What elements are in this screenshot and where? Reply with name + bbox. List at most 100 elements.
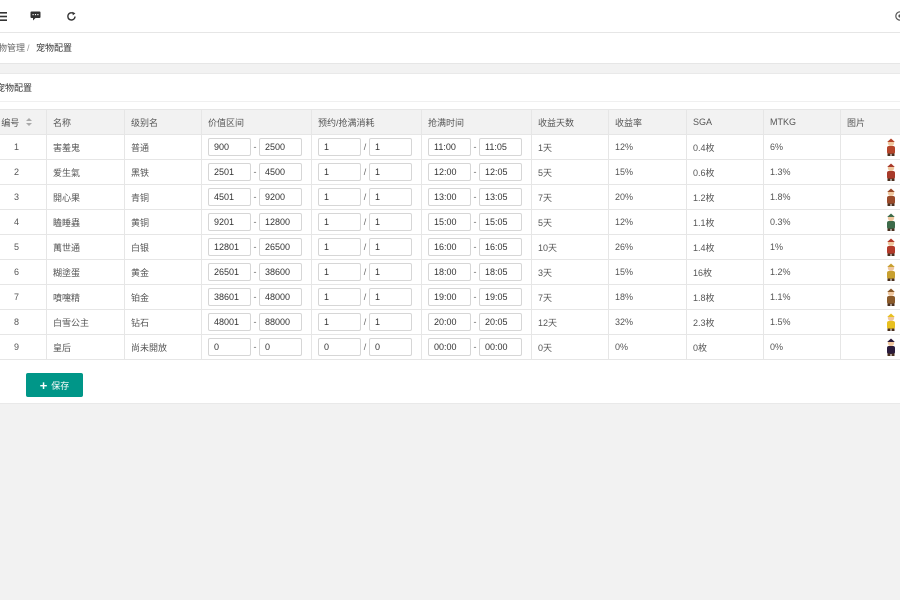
- breadcrumb: 物管理 / 宠物配置: [0, 33, 900, 64]
- pet-image: [884, 288, 898, 306]
- cell-id: 8: [0, 309, 47, 335]
- time-start-input[interactable]: 18:00: [428, 263, 471, 281]
- cost-grab-input[interactable]: 1: [369, 188, 412, 206]
- price-min-input[interactable]: 4501: [208, 188, 251, 206]
- price-min-input[interactable]: 12801: [208, 238, 251, 256]
- cell-time: 19:00-19:05: [421, 284, 532, 310]
- price-max-input[interactable]: 48000: [259, 288, 302, 306]
- cell-rate: 26%: [608, 234, 687, 260]
- time-start-input[interactable]: 12:00: [428, 163, 471, 181]
- pet-image: [884, 213, 898, 231]
- column-header-id[interactable]: 编号: [0, 109, 47, 135]
- price-min-input[interactable]: 48001: [208, 313, 251, 331]
- time-end-input[interactable]: 00:00: [479, 338, 522, 356]
- table-row: 3 開心果 青铜 4501-9200 1/1 13:00-13:05 7天 20% 1.2枚 1.…: [0, 184, 900, 210]
- price-min-input[interactable]: 0: [208, 338, 251, 356]
- price-min-input[interactable]: 26501: [208, 263, 251, 281]
- time-start-input[interactable]: 16:00: [428, 238, 471, 256]
- cell-cost: 1/1: [311, 259, 422, 285]
- cost-reserve-input[interactable]: 1: [318, 238, 361, 256]
- price-max-input[interactable]: 88000: [259, 313, 302, 331]
- price-min-input[interactable]: 38601: [208, 288, 251, 306]
- cost-grab-input[interactable]: 1: [369, 288, 412, 306]
- cell-id: 5: [0, 234, 47, 260]
- price-min-input[interactable]: 9201: [208, 213, 251, 231]
- time-start-input[interactable]: 11:00: [428, 138, 471, 156]
- cell-sga: 1.2枚: [686, 184, 764, 210]
- cost-grab-input[interactable]: 1: [369, 163, 412, 181]
- cost-reserve-input[interactable]: 1: [318, 163, 361, 181]
- cell-id: 4: [0, 209, 47, 235]
- cell-sga: 0枚: [686, 334, 764, 360]
- cell-days: 7天: [531, 184, 609, 210]
- cell-cost: 1/1: [311, 309, 422, 335]
- time-end-input[interactable]: 15:05: [479, 213, 522, 231]
- cell-rate: 15%: [608, 259, 687, 285]
- time-end-input[interactable]: 12:05: [479, 163, 522, 181]
- cell-time: 16:00-16:05: [421, 234, 532, 260]
- cost-reserve-input[interactable]: 1: [318, 313, 361, 331]
- cell-id: 7: [0, 284, 47, 310]
- cost-grab-input[interactable]: 1: [369, 138, 412, 156]
- table-row: 9 皇后 尚未開放 0-0 0/0 00:00-00:00 0天 0% 0枚 0%: [0, 334, 900, 360]
- column-header-rate: 收益率: [608, 109, 687, 135]
- cost-separator: /: [363, 292, 367, 302]
- time-start-input[interactable]: 13:00: [428, 188, 471, 206]
- price-max-input[interactable]: 12800: [259, 213, 302, 231]
- time-start-input[interactable]: 15:00: [428, 213, 471, 231]
- time-end-input[interactable]: 13:05: [479, 188, 522, 206]
- cell-days: 5天: [531, 209, 609, 235]
- cell-days: 5天: [531, 159, 609, 185]
- cost-grab-input[interactable]: 1: [369, 238, 412, 256]
- pet-image: [884, 238, 898, 256]
- message-icon[interactable]: [29, 10, 41, 22]
- price-max-input[interactable]: 2500: [259, 138, 302, 156]
- time-start-input[interactable]: 20:00: [428, 313, 471, 331]
- pet-image: [884, 163, 898, 181]
- cost-grab-input[interactable]: 1: [369, 313, 412, 331]
- cost-reserve-input[interactable]: 1: [318, 288, 361, 306]
- cost-grab-input[interactable]: 0: [369, 338, 412, 356]
- range-separator: -: [253, 342, 257, 352]
- cost-reserve-input[interactable]: 1: [318, 213, 361, 231]
- cost-reserve-input[interactable]: 1: [318, 188, 361, 206]
- cost-reserve-input[interactable]: 0: [318, 338, 361, 356]
- cell-level: 黑铁: [124, 159, 202, 185]
- price-max-input[interactable]: 0: [259, 338, 302, 356]
- cell-price: 26501-38600: [201, 259, 312, 285]
- price-max-input[interactable]: 9200: [259, 188, 302, 206]
- time-end-input[interactable]: 19:05: [479, 288, 522, 306]
- cost-reserve-input[interactable]: 1: [318, 138, 361, 156]
- save-button[interactable]: + 保存: [26, 373, 83, 397]
- cost-reserve-input[interactable]: 1: [318, 263, 361, 281]
- price-max-input[interactable]: 4500: [259, 163, 302, 181]
- table-row: 1 害羞鬼 普通 900-2500 1/1 11:00-11:05 1天 12% 0.4枚 6%: [0, 134, 900, 160]
- cost-grab-input[interactable]: 1: [369, 213, 412, 231]
- table-row: 2 爱生氣 黑铁 2501-4500 1/1 12:00-12:05 5天 15% 0.6枚 1.…: [0, 159, 900, 185]
- price-min-input[interactable]: 900: [208, 138, 251, 156]
- menu-icon[interactable]: [0, 10, 8, 22]
- breadcrumb-parent[interactable]: 物管理: [0, 33, 25, 64]
- table-row: 8 白雪公主 钻石 48001-88000 1/1 20:00-20:05 12天 32% 2.…: [0, 309, 900, 335]
- cell-rate: 12%: [608, 209, 687, 235]
- time-start-input[interactable]: 00:00: [428, 338, 471, 356]
- range-separator: -: [473, 242, 477, 252]
- time-end-input[interactable]: 20:05: [479, 313, 522, 331]
- time-end-input[interactable]: 11:05: [479, 138, 522, 156]
- range-separator: -: [473, 292, 477, 302]
- price-max-input[interactable]: 26500: [259, 238, 302, 256]
- sort-icon[interactable]: [25, 118, 32, 128]
- cell-level: 普通: [124, 134, 202, 160]
- time-start-input[interactable]: 19:00: [428, 288, 471, 306]
- refresh-icon[interactable]: [65, 10, 77, 22]
- price-min-input[interactable]: 2501: [208, 163, 251, 181]
- cost-grab-input[interactable]: 1: [369, 263, 412, 281]
- settings-icon[interactable]: [894, 10, 900, 22]
- price-max-input[interactable]: 38600: [259, 263, 302, 281]
- range-separator: -: [473, 192, 477, 202]
- cost-separator: /: [363, 342, 367, 352]
- cell-cost: 1/1: [311, 234, 422, 260]
- cell-image: [840, 184, 900, 210]
- time-end-input[interactable]: 16:05: [479, 238, 522, 256]
- time-end-input[interactable]: 18:05: [479, 263, 522, 281]
